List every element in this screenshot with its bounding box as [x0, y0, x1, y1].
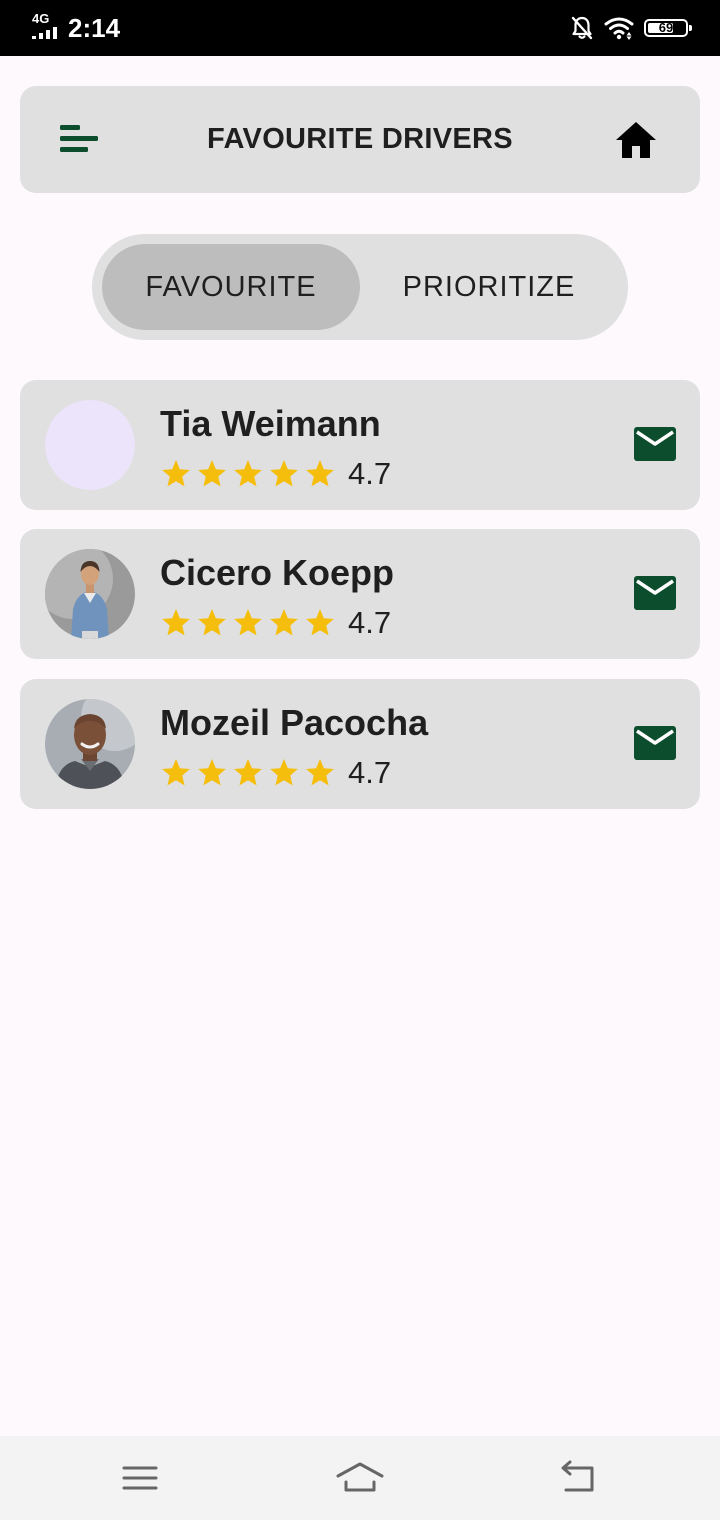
rating-value: 4.7	[348, 755, 392, 790]
home-icon[interactable]	[614, 120, 658, 160]
driver-photo	[45, 699, 135, 789]
star-icon	[234, 460, 262, 487]
rating-value: 4.7	[348, 605, 392, 640]
status-bar: 4G 2:14 69	[0, 0, 720, 56]
star-rating	[160, 757, 336, 789]
rating: 4.7	[160, 755, 391, 791]
avatar	[45, 400, 135, 490]
star-icon	[234, 759, 262, 786]
wifi-icon	[604, 17, 634, 40]
star-icon	[306, 609, 334, 636]
status-icons: 69	[570, 14, 692, 42]
avatar	[45, 549, 135, 639]
tab-prioritize[interactable]: PRIORITIZE	[360, 244, 618, 330]
star-icon	[270, 609, 298, 636]
star-icon	[306, 460, 334, 487]
star-icon	[270, 460, 298, 487]
placeholder-avatar	[45, 400, 135, 490]
recent-apps-icon[interactable]	[120, 1458, 160, 1498]
star-icon	[162, 759, 190, 786]
battery-tip	[689, 25, 692, 31]
star-icon	[306, 759, 334, 786]
driver-card[interactable]: Mozeil Pacocha 4.7	[20, 679, 700, 809]
page-title: FAVOURITE DRIVERS	[207, 123, 513, 155]
mail-icon[interactable]	[634, 427, 676, 461]
battery-icon: 69	[644, 19, 692, 37]
driver-card[interactable]: Tia Weimann 4.7	[20, 380, 700, 510]
mail-icon[interactable]	[634, 726, 676, 760]
signal-bars-icon	[32, 27, 57, 39]
rating: 4.7	[160, 605, 391, 641]
star-rating	[160, 607, 336, 639]
back-icon[interactable]	[558, 1458, 598, 1498]
driver-name: Tia Weimann	[160, 403, 381, 444]
driver-name: Cicero Koepp	[160, 552, 395, 593]
home-nav-icon[interactable]	[336, 1458, 384, 1498]
star-icon	[198, 609, 226, 636]
star-icon	[162, 460, 190, 487]
star-rating	[160, 458, 336, 490]
menu-icon[interactable]	[58, 122, 102, 156]
tab-switcher: FAVOURITE PRIORITIZE	[92, 234, 628, 340]
star-icon	[198, 759, 226, 786]
star-icon	[234, 609, 262, 636]
mail-icon[interactable]	[634, 576, 676, 610]
network-type: 4G	[32, 11, 50, 26]
rating-value: 4.7	[348, 456, 392, 491]
network-indicator: 4G	[32, 12, 62, 40]
rating: 4.7	[160, 456, 391, 492]
driver-photo	[45, 549, 135, 639]
driver-name: Mozeil Pacocha	[160, 702, 429, 743]
app-header: FAVOURITE DRIVERS	[20, 86, 700, 193]
battery-percent: 69	[658, 20, 674, 35]
notifications-off-icon	[571, 16, 593, 40]
tab-favourite[interactable]: FAVOURITE	[102, 244, 360, 330]
star-icon	[198, 460, 226, 487]
avatar	[45, 699, 135, 789]
star-icon	[270, 759, 298, 786]
system-navigation-bar	[0, 1436, 720, 1520]
status-time: 2:14	[68, 13, 121, 43]
star-icon	[162, 609, 190, 636]
driver-card[interactable]: Cicero Koepp 4.7	[20, 529, 700, 659]
